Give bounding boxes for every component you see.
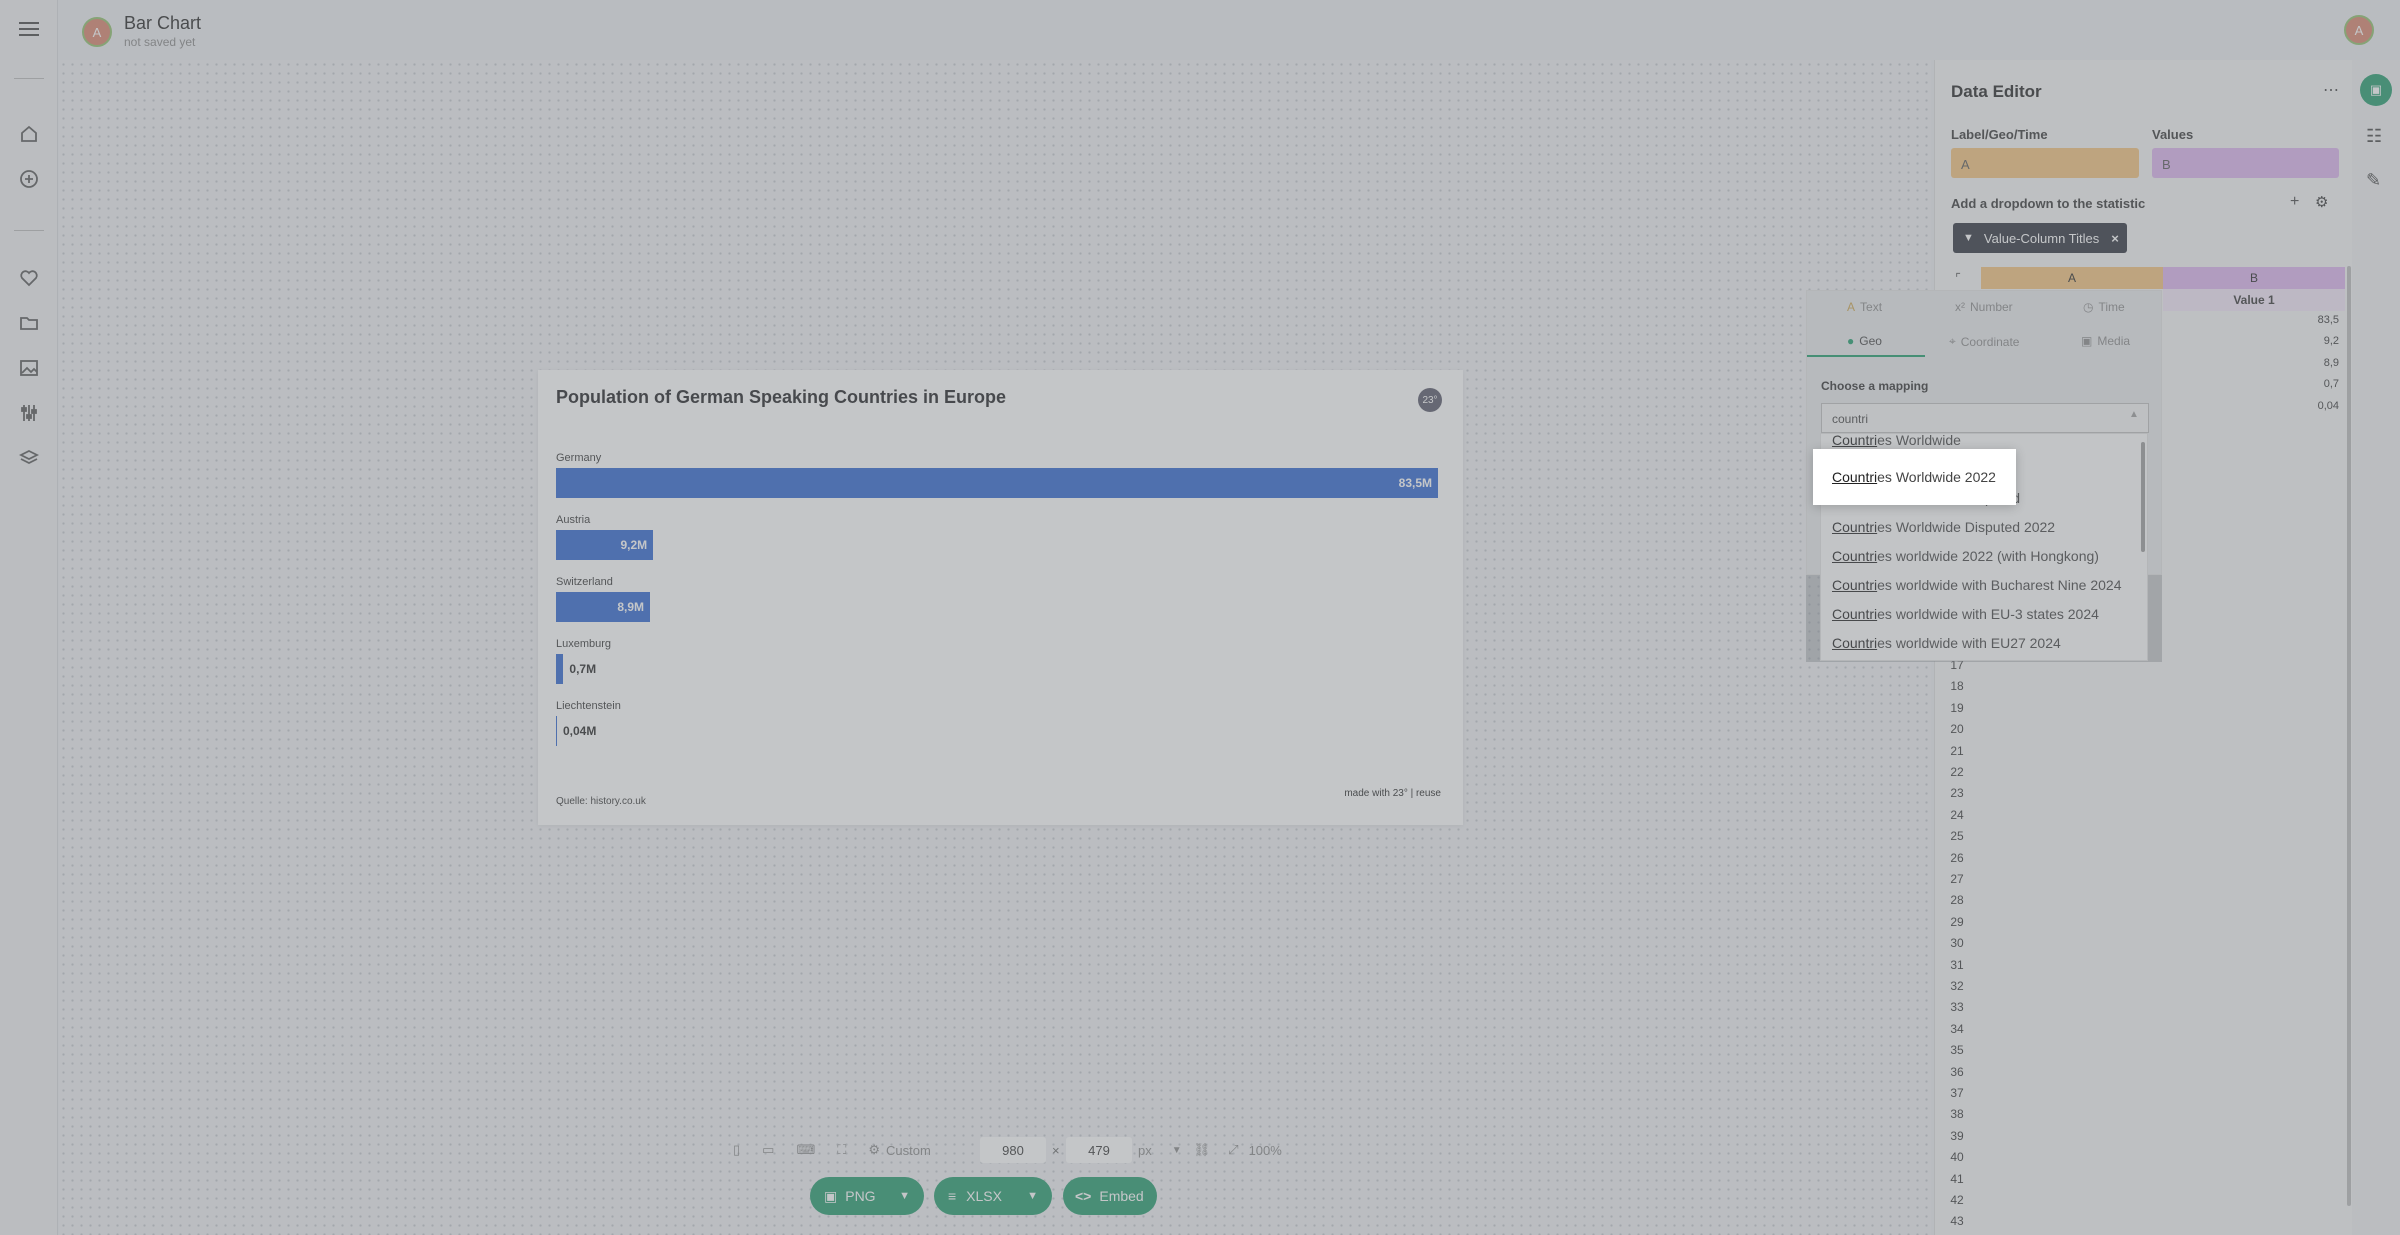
highlighted-option-text: Countries Worldwide 2022 [1832,469,1996,485]
highlighted-option[interactable]: Countries Worldwide 2022 [1813,449,2016,505]
option-suffix: es Worldwide 2022 [1877,469,1996,485]
match-prefix: Countri [1832,469,1878,485]
